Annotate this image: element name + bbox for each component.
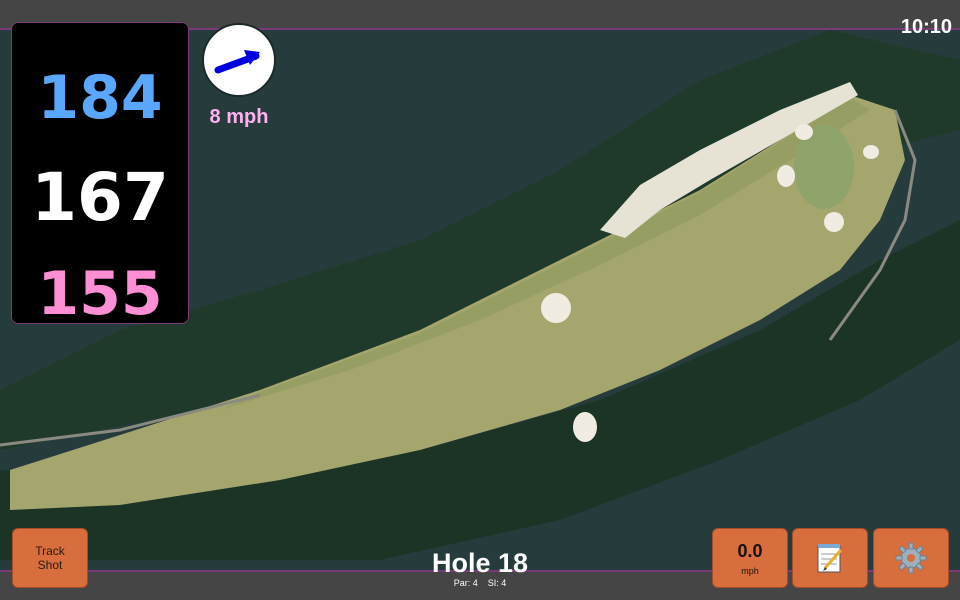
speed-button[interactable]: 0.0 mph — [712, 528, 788, 588]
stroke-index-label: SI: 4 — [487, 578, 507, 588]
notes-button[interactable] — [792, 528, 868, 588]
middle-distance: 167 — [31, 159, 169, 236]
bunker-6 — [573, 412, 597, 442]
bunker-2 — [777, 165, 795, 187]
wind-speed: 8 mph — [209, 106, 269, 128]
bunker-1 — [795, 124, 813, 140]
bunker-4 — [863, 145, 879, 159]
speed-unit: mph — [741, 566, 759, 576]
notepad-icon — [817, 544, 843, 573]
back-distance: 184 — [37, 63, 163, 133]
distance-panel: 184 167 155 — [11, 22, 189, 329]
clock: 10:10 — [900, 16, 952, 38]
hole-title: Hole 18 — [431, 548, 529, 578]
golf-gps-screen: 10:10 184 167 155 8 mph Track Shot Hole … — [0, 0, 960, 600]
speed-value: 0.0 — [737, 541, 763, 561]
bunker-5 — [541, 293, 571, 323]
track-shot-label: Track Shot — [35, 544, 65, 572]
settings-button[interactable] — [873, 528, 949, 588]
front-distance: 155 — [37, 259, 163, 329]
hole-info: Par: 4 SI: 4 — [380, 578, 580, 588]
track-shot-button[interactable]: Track Shot — [12, 528, 88, 588]
gear-icon — [895, 542, 927, 574]
par-label: Par: 4 — [453, 578, 478, 588]
bunker-3 — [824, 212, 844, 232]
wind-direction-arrow-icon — [214, 50, 260, 74]
wind-indicator — [202, 23, 276, 97]
